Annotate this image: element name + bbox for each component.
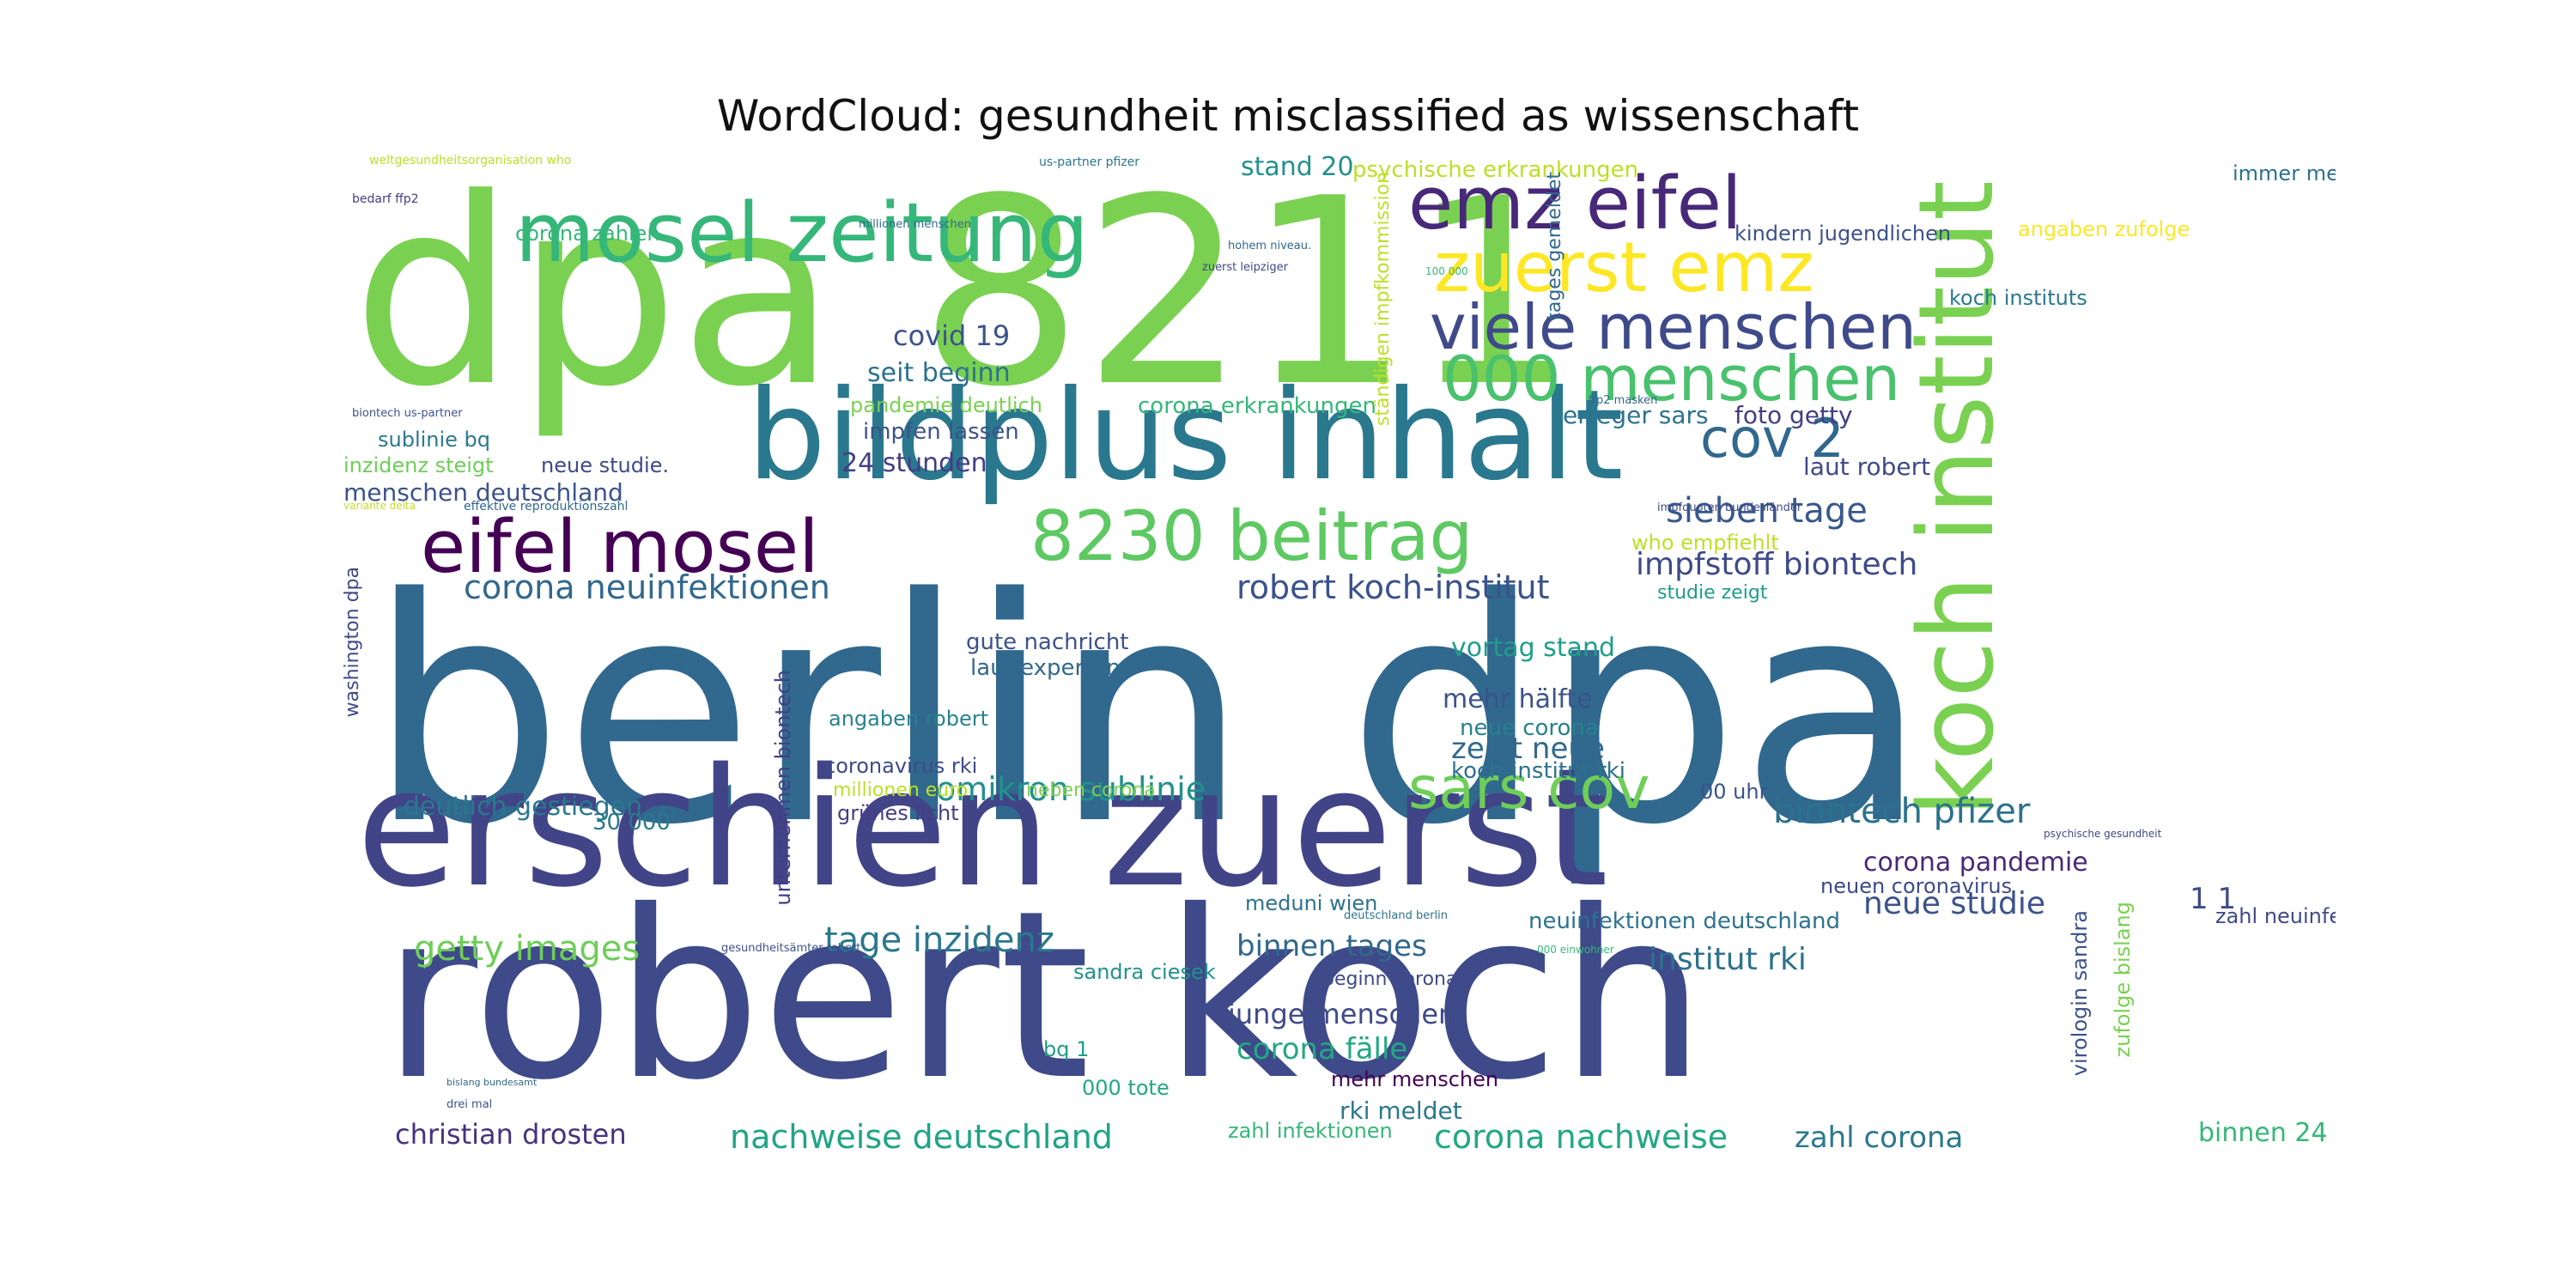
word-100: biontech us-partner bbox=[352, 407, 463, 420]
word-106: drei mal bbox=[447, 1098, 493, 1111]
word-88: 1 1 bbox=[2190, 882, 2237, 916]
word-72: zahl infektionen bbox=[1228, 1119, 1393, 1143]
word-68: mehr menschen bbox=[1331, 1067, 1499, 1091]
word-83: tages gemeldet bbox=[1544, 172, 1565, 320]
word-89: weltgesundheitsorganisation who bbox=[369, 155, 572, 167]
word-75: binnen 24 bbox=[2198, 1118, 2328, 1148]
word-23: nachweise deutschland bbox=[730, 1118, 1113, 1156]
word-49: who empfiehlt bbox=[1631, 531, 1779, 555]
word-92: effektive reproduktionszahl bbox=[464, 500, 629, 513]
word-29: 24 stunden bbox=[841, 448, 987, 478]
word-79: koch instituts bbox=[1949, 286, 2087, 310]
word-103: deutschland berlin bbox=[1344, 909, 1449, 922]
word-15: corona neuinfektionen bbox=[464, 568, 830, 606]
word-52: corona erkrankungen bbox=[1138, 393, 1376, 419]
word-64: 00 uhr bbox=[1700, 780, 1768, 804]
word-10: 8230 beitrag bbox=[1030, 496, 1473, 576]
word-70: 000 tote bbox=[1082, 1076, 1170, 1100]
word-43: corona pandemie bbox=[1863, 848, 2088, 878]
word-99: impfquoten bundesländer bbox=[1657, 501, 1802, 514]
word-61: grünes licht bbox=[837, 801, 959, 825]
word-30: stand 20 bbox=[1241, 155, 1354, 182]
word-98: ffp2 masken bbox=[1589, 394, 1658, 407]
word-25: zahl corona bbox=[1795, 1121, 1964, 1155]
word-41: corona fälle bbox=[1236, 1032, 1408, 1066]
word-80: corona zahlen bbox=[515, 222, 660, 246]
word-82: ständigen impfkommission bbox=[1372, 172, 1394, 427]
word-19: biontech pfizer bbox=[1773, 792, 2031, 831]
word-21: getty images bbox=[414, 929, 641, 969]
word-78: angaben zufolge bbox=[2018, 217, 2190, 241]
word-5: koch institut bbox=[1898, 180, 2017, 817]
word-44: neuinfektionen deutschland bbox=[1528, 908, 1841, 934]
word-60: millionen euro bbox=[833, 780, 969, 801]
word-51: pandemie deutlich bbox=[850, 393, 1042, 417]
word-102: 000 einwohner bbox=[1537, 944, 1614, 956]
word-93: variante delta bbox=[343, 500, 416, 512]
word-105: bislang bundesamt bbox=[447, 1077, 538, 1088]
word-73: neuen coronavirus bbox=[1820, 874, 2013, 898]
word-85: washington dpa bbox=[343, 567, 363, 718]
word-35: neue corona bbox=[1460, 715, 1599, 741]
word-94: millionen menschen bbox=[859, 218, 971, 231]
word-28: seit beginn bbox=[867, 358, 1011, 388]
word-53: sublinie bq bbox=[378, 428, 491, 452]
word-62: neben corona bbox=[1026, 780, 1156, 801]
word-76: immer mehr bbox=[2233, 161, 2336, 185]
word-39: binnen tages bbox=[1236, 929, 1427, 963]
word-16: robert koch-institut bbox=[1236, 568, 1550, 606]
word-84: unternehmen biontech bbox=[771, 670, 795, 906]
word-46: laut robert bbox=[1803, 453, 1931, 481]
word-36: koch-institut rki bbox=[1451, 758, 1625, 784]
word-33: mehr hälfte bbox=[1443, 684, 1593, 714]
word-57: gute nachricht bbox=[966, 629, 1129, 655]
word-67: beginn corona bbox=[1322, 969, 1458, 990]
word-81: studie zeigt bbox=[1657, 582, 1768, 604]
word-87: zufolge bislang bbox=[2111, 902, 2135, 1058]
word-24: corona nachweise bbox=[1434, 1118, 1728, 1156]
word-47: erreger sars bbox=[1563, 401, 1709, 429]
word-101: gesundheitsämter robert bbox=[721, 942, 861, 955]
word-97: 100 000 bbox=[1425, 265, 1468, 277]
word-77: kindern jugendlichen bbox=[1735, 222, 1952, 246]
word-40: junge menschen bbox=[1228, 998, 1456, 1030]
word-26: christian drosten bbox=[395, 1118, 627, 1151]
word-59: coronavirus rki bbox=[824, 754, 978, 778]
wordcloud-title: WordCloud: gesundheit misclassified as w… bbox=[716, 91, 1860, 141]
word-54: inzidenz steigt bbox=[343, 453, 494, 477]
word-91: bedarf ffp2 bbox=[352, 192, 419, 206]
word-95: zuerst leipziger bbox=[1202, 261, 1288, 274]
word-38: institut rki bbox=[1649, 942, 1807, 977]
word-86: virologin sandra bbox=[2068, 910, 2092, 1077]
word-48: foto getty bbox=[1735, 401, 1853, 429]
wordcloud-canvas: berlin dpa dpa 8211 robert koch erschien zu… bbox=[343, 155, 2336, 1168]
word-58: angaben robert bbox=[829, 707, 988, 731]
word-104: psychische gesundheit bbox=[2044, 828, 2162, 840]
word-27: covid 19 bbox=[893, 319, 1011, 352]
word-71: bq 1 bbox=[1043, 1037, 1090, 1061]
word-66: sandra ciesek bbox=[1073, 960, 1216, 984]
word-56: laut experten bbox=[970, 655, 1121, 681]
word-55: neue studie. bbox=[541, 453, 670, 477]
word-63: 30 000 bbox=[592, 810, 671, 835]
word-31: psychische erkrankungen bbox=[1352, 157, 1639, 183]
word-96: hohem niveau. bbox=[1228, 240, 1312, 252]
word-90: us-partner pfizer bbox=[1039, 155, 1140, 169]
word-32: vortag stand bbox=[1451, 633, 1616, 663]
word-50: impfen lassen bbox=[863, 419, 1019, 445]
